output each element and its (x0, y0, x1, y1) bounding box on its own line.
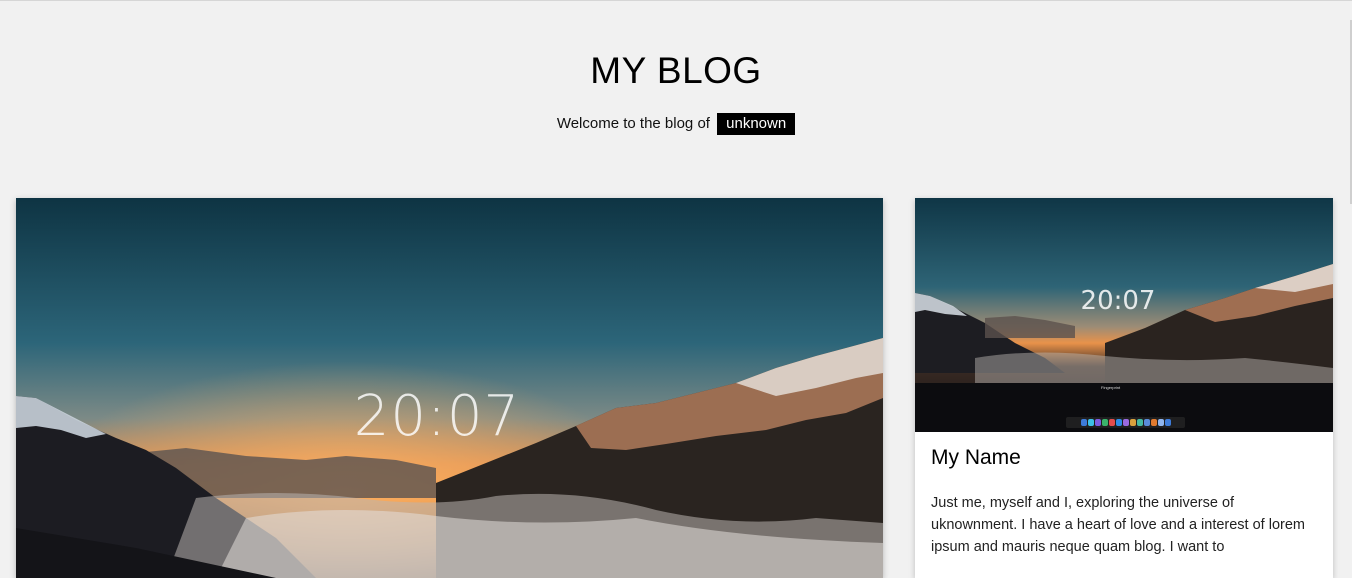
main-post-card[interactable]: 20:07 (16, 198, 883, 578)
profile-card-body: My Name Just me, myself and I, exploring… (931, 444, 1317, 558)
app-dock (1066, 417, 1185, 428)
profile-card-image[interactable]: 20:07 Fingerprint (915, 198, 1333, 432)
fingerprint-label: Fingerprint (1101, 385, 1121, 390)
lockscreen-clock-small: 20:07 (1080, 286, 1156, 316)
name-tag: unknown (717, 113, 796, 135)
welcome-text: Welcome to the blog of (556, 115, 710, 132)
profile-heading: My Name (931, 446, 1021, 469)
profile-card: 20:07 Fingerprint My Name Just me, mysel… (915, 198, 1333, 578)
top-border (0, 0, 1352, 1)
profile-description: Just me, myself and I, exploring the uni… (931, 495, 1305, 555)
welcome-line: Welcome to the blog of unknown (0, 113, 1352, 135)
page-title: MY BLOG (590, 50, 762, 91)
lockscreen-clock: 20:07 (353, 384, 521, 449)
